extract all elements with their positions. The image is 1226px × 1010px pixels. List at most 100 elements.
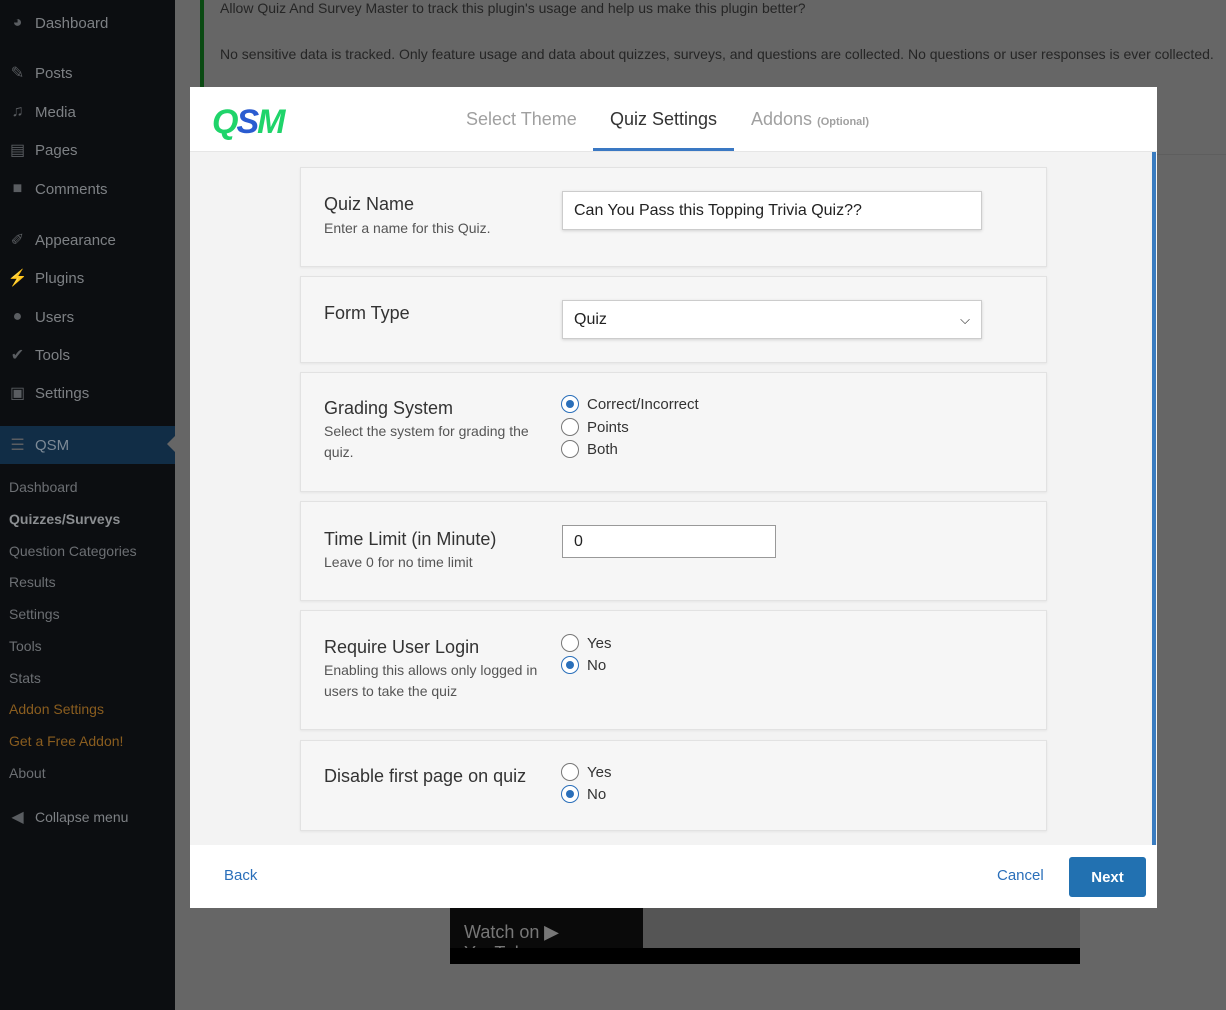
menu-label: Dashboard [35,14,109,32]
comment-icon: ■ [12,180,23,197]
collapse-label: Collapse menu [35,809,129,825]
radio-points[interactable]: Points [561,418,629,436]
submenu-free-addon[interactable]: Get a Free Addon! [9,733,123,749]
menu-settings[interactable]: ▣ Settings [0,375,175,411]
menu-label: Appearance [35,231,116,249]
brush-icon: ✐ [10,232,25,249]
dashboard-icon: ◕ [12,14,23,31]
menu-tools[interactable]: ✔ Tools [0,337,175,373]
menu-pages[interactable]: ▤ Pages [0,132,175,168]
radio-label: No [587,656,607,674]
video-embed[interactable]: Watch on ▶ YouTube [450,908,1080,964]
submenu-question-categories[interactable]: Question Categories [9,543,137,559]
submenu-about[interactable]: About [9,765,46,781]
submenu-dashboard[interactable]: Dashboard [9,479,78,495]
field-label: Disable first page on quiz [324,766,527,786]
radio-label: Yes [587,763,612,781]
radio-icon [561,763,579,781]
submenu-quizzes[interactable]: Quizzes/Surveys [9,511,120,527]
radio-correct-incorrect[interactable]: Correct/Incorrect [561,395,699,413]
tab-quiz-settings[interactable]: Quiz Settings [610,109,717,130]
watch-label: Watch on [464,922,540,942]
settings-icon: ▣ [9,385,26,402]
field-desc: Enter a name for this Quiz. [324,220,491,236]
menu-qsm[interactable]: ☰ QSM [0,426,175,464]
menu-label: Tools [35,346,71,364]
qsm-logo: QSM [212,103,285,141]
radio-label: Points [587,418,629,436]
submenu-tools[interactable]: Tools [9,638,42,654]
submenu-settings[interactable]: Settings [9,606,60,622]
field-label: Require User Login [324,637,480,657]
menu-label: Users [35,308,75,326]
modal-footer: Back Cancel Next [190,845,1157,908]
menu-appearance[interactable]: ✐ Appearance [0,222,175,258]
collapse-menu[interactable]: ◀ Collapse menu [0,799,175,835]
menu-label: Plugins [35,269,85,287]
time-limit-input[interactable]: 0 [562,525,776,558]
collapse-icon: ◀ [11,809,24,826]
back-button[interactable]: Back [224,867,257,884]
radio-icon [561,634,579,652]
pages-icon: ▤ [9,142,26,159]
radio-login-no[interactable]: No [561,656,606,674]
optional-note: (Optional) [817,116,870,128]
menu-media[interactable]: ♫ Media [0,94,175,130]
active-tab-indicator [593,148,734,151]
menu-dashboard[interactable]: ◕ Dashboard [0,5,175,41]
form-type-select[interactable]: Quiz ⌵ [562,300,982,339]
tab-addons[interactable]: Addons (Optional) [751,109,869,130]
admin-sidebar: ◕ Dashboard ✎ Posts ♫ Media ▤ Pages ■ Comment… [0,0,175,1010]
tab-select-theme[interactable]: Select Theme [466,109,577,130]
chevron-down-icon: ⌵ [960,311,970,327]
quiz-name-card: Quiz Name Enter a name for this Quiz. Ca… [300,167,1047,267]
form-type-card: Form Type Quiz ⌵ [300,276,1047,363]
cancel-button[interactable]: Cancel [997,867,1044,884]
tab-label: Addons [751,109,813,129]
menu-label: QSM [35,436,70,454]
radio-icon [561,656,579,674]
next-button[interactable]: Next [1069,857,1146,897]
scrollbar[interactable] [1152,152,1156,845]
radio-icon [561,785,579,803]
radio-label: No [587,785,607,803]
radio-firstpage-yes[interactable]: Yes [561,763,611,781]
field-label: Quiz Name [324,194,415,214]
plugin-icon: ⚡ [7,270,28,287]
field-label: Grading System [324,398,454,418]
menu-label: Pages [35,141,78,159]
grading-card: Grading System Select the system for gra… [300,372,1047,492]
modal-header: QSM Select Theme Quiz Settings Addons (O… [190,87,1157,152]
quiz-name-input[interactable]: Can You Pass this Topping Trivia Quiz?? [562,191,982,230]
quiz-setup-modal: QSM Select Theme Quiz Settings Addons (O… [190,87,1157,908]
menu-posts[interactable]: ✎ Posts [0,55,175,91]
submenu-results[interactable]: Results [9,574,56,590]
time-limit-card: Time Limit (in Minute) Leave 0 for no ti… [300,501,1047,601]
user-icon: ● [12,308,23,325]
menu-label: Comments [35,180,108,198]
select-value: Quiz [574,310,607,328]
menu-users[interactable]: ● Users [0,299,175,335]
field-desc: Enabling this allows only logged in user… [324,662,538,699]
menu-comments[interactable]: ■ Comments [0,171,175,207]
menu-label: Media [35,103,76,121]
radio-both[interactable]: Both [561,440,618,458]
submenu-stats[interactable]: Stats [9,670,41,686]
notice-text: No sensitive data is tracked. Only featu… [220,46,1214,62]
field-desc: Select the system for grading the quiz. [324,423,529,460]
radio-icon [561,418,579,436]
radio-label: Yes [587,634,612,652]
menu-plugins[interactable]: ⚡ Plugins [0,260,175,296]
require-login-card: Require User Login Enabling this allows … [300,610,1047,730]
submenu-addon-settings[interactable]: Addon Settings [9,701,104,717]
radio-login-yes[interactable]: Yes [561,634,611,652]
radio-label: Correct/Incorrect [587,395,699,413]
field-label: Time Limit (in Minute) [324,529,497,549]
menu-label: Posts [35,64,73,82]
notice-text: Allow Quiz And Survey Master to track th… [220,0,806,16]
radio-firstpage-no[interactable]: No [561,785,606,803]
media-icon: ♫ [11,103,24,120]
radio-label: Both [587,440,618,458]
menu-label: Settings [35,384,90,402]
pin-icon: ✎ [10,65,25,82]
